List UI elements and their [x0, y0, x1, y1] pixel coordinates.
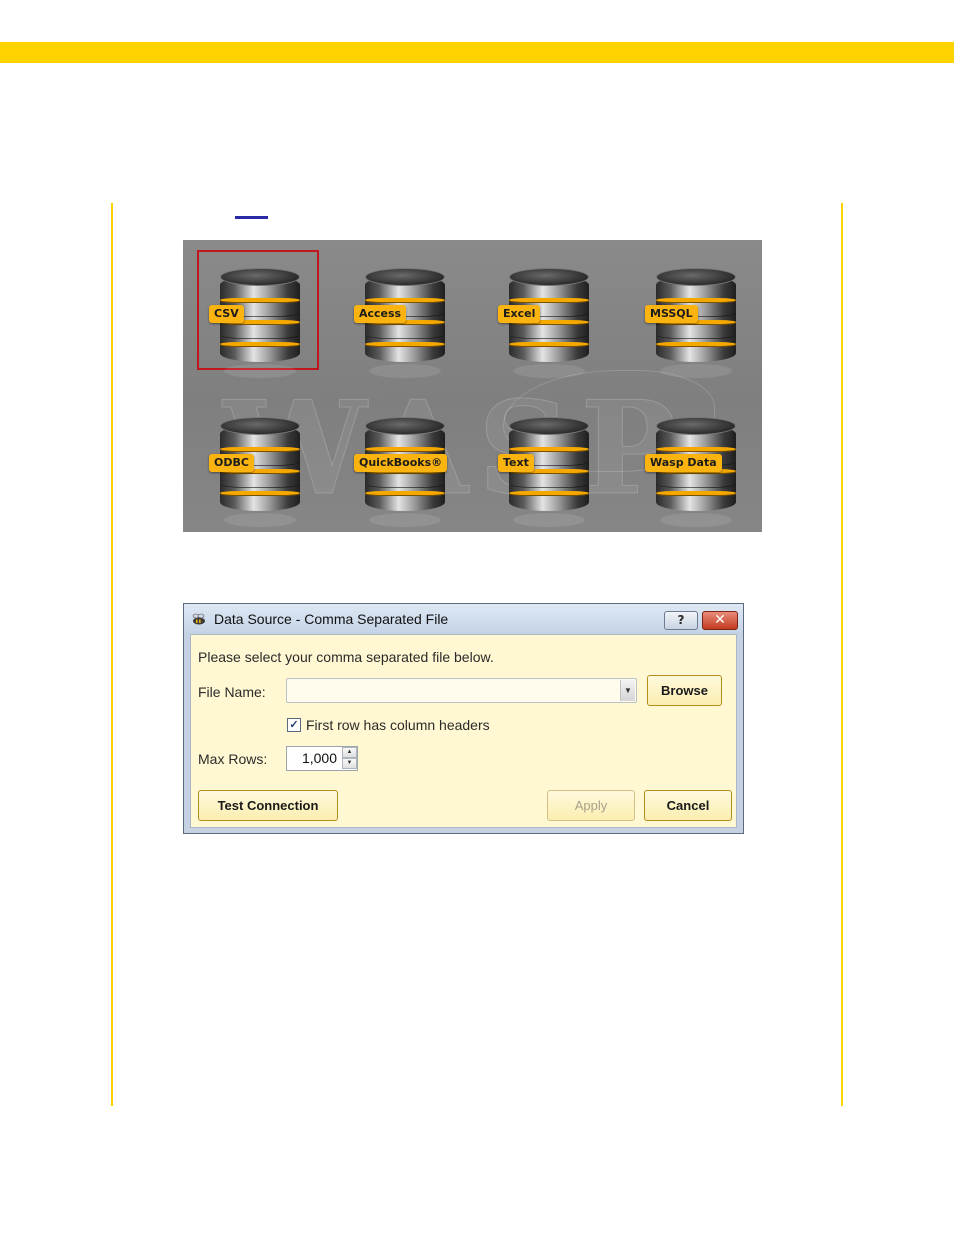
tile-label: CSV — [209, 305, 244, 323]
file-name-label: File Name: — [198, 684, 266, 700]
data-source-tile-access[interactable]: Access — [342, 250, 464, 378]
left-margin-rule — [111, 203, 113, 1106]
tile-label: Wasp Data — [645, 454, 722, 472]
data-source-tile-mssql[interactable]: MSSQL — [633, 250, 755, 378]
test-connection-button[interactable]: Test Connection — [198, 790, 338, 821]
tile-label: ODBC — [209, 454, 254, 472]
first-row-headers-label: First row has column headers — [306, 717, 490, 733]
data-source-tile-excel[interactable]: Excel — [486, 250, 608, 378]
apply-button[interactable]: Apply — [547, 790, 635, 821]
help-button[interactable]: ? — [664, 611, 698, 630]
data-source-tile-text[interactable]: Text — [486, 399, 608, 527]
data-source-tile-quickbooks[interactable]: QuickBooks® — [342, 399, 464, 527]
instruction-text: Please select your comma separated file … — [198, 649, 494, 665]
dropdown-arrow-icon[interactable]: ▼ — [620, 680, 635, 701]
file-name-combobox[interactable]: ▼ — [286, 678, 637, 703]
data-source-tile-wasp-data[interactable]: Wasp Data — [633, 399, 755, 527]
dialog-title: Data Source - Comma Separated File — [214, 611, 449, 627]
tile-label: Text — [498, 454, 534, 472]
cancel-button[interactable]: Cancel — [644, 790, 732, 821]
data-source-dialog: Data Source - Comma Separated File ? ✕ P… — [183, 603, 744, 834]
first-row-headers-checkbox[interactable]: ✓ — [287, 718, 301, 732]
tile-label: QuickBooks® — [354, 454, 448, 472]
data-source-picker: WASP CSV Access Excel MSSQL ODBC QuickBo… — [183, 240, 762, 532]
max-rows-value: 1,000 — [301, 750, 337, 766]
hyperlink-fragment[interactable] — [235, 216, 268, 219]
close-button[interactable]: ✕ — [702, 611, 738, 630]
spin-down-icon[interactable]: ▼ — [342, 758, 357, 769]
tile-label: Excel — [498, 305, 541, 323]
browse-button[interactable]: Browse — [647, 675, 722, 706]
wasp-app-icon — [192, 613, 205, 625]
max-rows-label: Max Rows: — [198, 751, 268, 767]
header-accent-bar — [0, 42, 954, 63]
dialog-titlebar[interactable]: Data Source - Comma Separated File ? ✕ — [184, 604, 743, 633]
tile-label: MSSQL — [645, 305, 698, 323]
max-rows-stepper[interactable]: 1,000 ▲ ▼ — [286, 746, 358, 771]
dialog-client-area: Please select your comma separated file … — [190, 634, 737, 828]
data-source-tile-csv[interactable]: CSV — [197, 250, 319, 378]
data-source-tile-odbc[interactable]: ODBC — [197, 399, 319, 527]
right-margin-rule — [841, 203, 843, 1106]
spin-up-icon[interactable]: ▲ — [342, 747, 357, 758]
tile-label: Access — [354, 305, 407, 323]
